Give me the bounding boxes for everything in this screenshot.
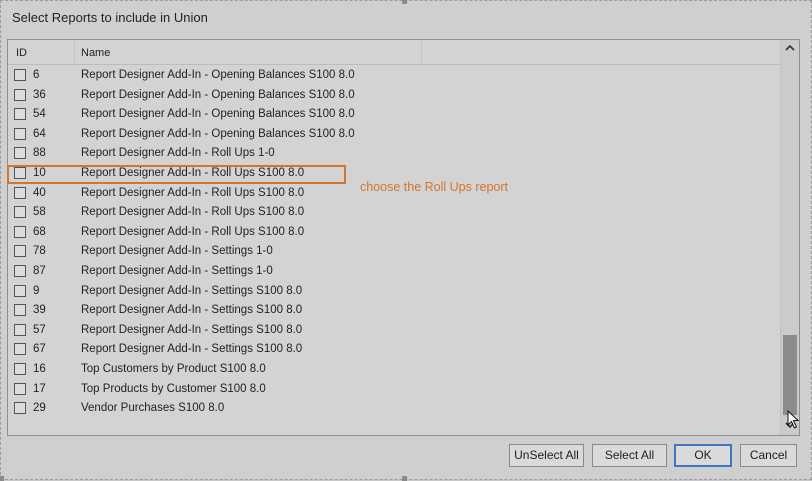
ok-button[interactable]: OK	[674, 444, 732, 467]
annotation-text: choose the Roll Ups report	[360, 180, 508, 194]
row-id: 57	[33, 323, 46, 336]
mouse-pointer-icon	[787, 409, 801, 435]
row-name: Top Customers by Product S100 8.0	[81, 363, 266, 375]
row-name: Report Designer Add-In - Opening Balance…	[81, 127, 355, 140]
chevron-up-icon[interactable]	[781, 40, 799, 58]
list-item[interactable]: 54 Report Designer Add-In - Opening Balan…	[8, 106, 782, 126]
list-item[interactable]: 78 Report Designer Add-In - Settings 1-0	[8, 243, 782, 263]
row-checkbox[interactable]	[14, 245, 26, 258]
row-checkbox[interactable]	[14, 265, 26, 277]
row-checkbox[interactable]	[14, 323, 26, 336]
list-item[interactable]: 64 Report Designer Add-In - Opening Balan…	[8, 126, 782, 146]
row-checkbox[interactable]	[14, 147, 26, 160]
list-item[interactable]: 6 Report Designer Add-In - Opening Balanc…	[8, 67, 782, 87]
row-name: Report Designer Add-In - Settings S100 8…	[81, 284, 303, 297]
row-id: 6	[33, 69, 40, 81]
annotation-highlight-box	[7, 165, 346, 184]
row-id: 39	[33, 304, 46, 317]
row-name: Report Designer Add-In - Opening Balance…	[81, 69, 355, 81]
row-checkbox[interactable]	[14, 402, 26, 415]
row-name: Report Designer Add-In - Roll Ups S100 8…	[81, 225, 305, 238]
resize-handle-bottom-left[interactable]	[0, 476, 4, 481]
select-reports-dialog: Select Reports to include in Union ID Na…	[0, 0, 812, 481]
row-checkbox[interactable]	[14, 363, 26, 375]
column-header-name[interactable]: Name	[74, 40, 422, 64]
row-id: 29	[33, 402, 46, 415]
row-name: Report Designer Add-In - Settings 1-0	[81, 265, 273, 277]
report-list: ID Name 6 Report Designer Add-In - Openin…	[7, 39, 800, 436]
resize-handle-top[interactable]	[402, 0, 407, 4]
row-name: Report Designer Add-In - Roll Ups 1-0	[81, 147, 275, 160]
row-name: Report Designer Add-In - Settings S100 8…	[81, 304, 303, 317]
row-name: Top Products by Customer S100 8.0	[81, 382, 266, 395]
row-id: 64	[33, 127, 46, 140]
row-checkbox[interactable]	[14, 382, 26, 395]
row-id: 68	[33, 225, 46, 238]
row-id: 16	[33, 363, 46, 375]
row-id: 40	[33, 186, 46, 199]
resize-handle-bottom[interactable]	[402, 476, 407, 481]
list-item[interactable]: 68 Report Designer Add-In - Roll Ups S100…	[8, 224, 782, 244]
row-name: Report Designer Add-In - Roll Ups S100 8…	[81, 186, 305, 199]
column-header-id[interactable]: ID	[16, 40, 75, 64]
row-id: 88	[33, 147, 46, 160]
row-name: Vendor Purchases S100 8.0	[81, 402, 225, 415]
list-item[interactable]: 57 Report Designer Add-In - Settings S100…	[8, 322, 782, 342]
row-id: 36	[33, 88, 46, 101]
dialog-title: Select Reports to include in Union	[12, 10, 208, 25]
row-name: Report Designer Add-In - Settings S100 8…	[81, 343, 303, 356]
row-id: 67	[33, 343, 46, 356]
row-id: 78	[33, 245, 46, 258]
select-all-button[interactable]: Select All	[592, 444, 667, 467]
unselect-all-button[interactable]: UnSelect All	[509, 444, 584, 467]
row-name: Report Designer Add-In - Opening Balance…	[81, 88, 355, 101]
row-name: Report Designer Add-In - Roll Ups S100 8…	[81, 206, 305, 219]
row-checkbox[interactable]	[14, 304, 26, 317]
list-item[interactable]: 16 Top Customers by Product S100 8.0	[8, 361, 782, 381]
row-checkbox[interactable]	[14, 186, 26, 199]
row-id: 87	[33, 265, 46, 277]
row-id: 9	[33, 284, 40, 297]
row-checkbox[interactable]	[14, 284, 26, 297]
row-checkbox[interactable]	[14, 206, 26, 219]
list-item[interactable]: 67 Report Designer Add-In - Settings S100…	[8, 341, 782, 361]
row-checkbox[interactable]	[14, 343, 26, 356]
row-id: 17	[33, 382, 46, 395]
cancel-button[interactable]: Cancel	[740, 444, 797, 467]
vertical-scrollbar[interactable]	[780, 40, 799, 435]
row-checkbox[interactable]	[14, 69, 26, 81]
row-name: Report Designer Add-In - Settings 1-0	[81, 245, 273, 258]
scrollbar-thumb[interactable]	[783, 335, 797, 415]
list-item[interactable]: 39 Report Designer Add-In - Settings S100…	[8, 302, 782, 322]
list-item[interactable]: 88 Report Designer Add-In - Roll Ups 1-0	[8, 145, 782, 165]
row-id: 58	[33, 206, 46, 219]
row-checkbox[interactable]	[14, 127, 26, 140]
list-item[interactable]: 17 Top Products by Customer S100 8.0	[8, 381, 782, 401]
row-checkbox[interactable]	[14, 225, 26, 238]
list-item[interactable]: 36 Report Designer Add-In - Opening Balan…	[8, 87, 782, 107]
list-item[interactable]: 87 Report Designer Add-In - Settings 1-0	[8, 263, 782, 283]
row-id: 54	[33, 108, 46, 121]
row-name: Report Designer Add-In - Settings S100 8…	[81, 323, 303, 336]
row-name: Report Designer Add-In - Opening Balance…	[81, 108, 355, 121]
list-header: ID Name	[8, 40, 782, 65]
list-item[interactable]: 58 Report Designer Add-In - Roll Ups S100…	[8, 204, 782, 224]
row-checkbox[interactable]	[14, 88, 26, 101]
list-item[interactable]: 29 Vendor Purchases S100 8.0	[8, 400, 782, 420]
row-checkbox[interactable]	[14, 108, 26, 121]
list-item[interactable]: 9 Report Designer Add-In - Settings S100 …	[8, 283, 782, 303]
